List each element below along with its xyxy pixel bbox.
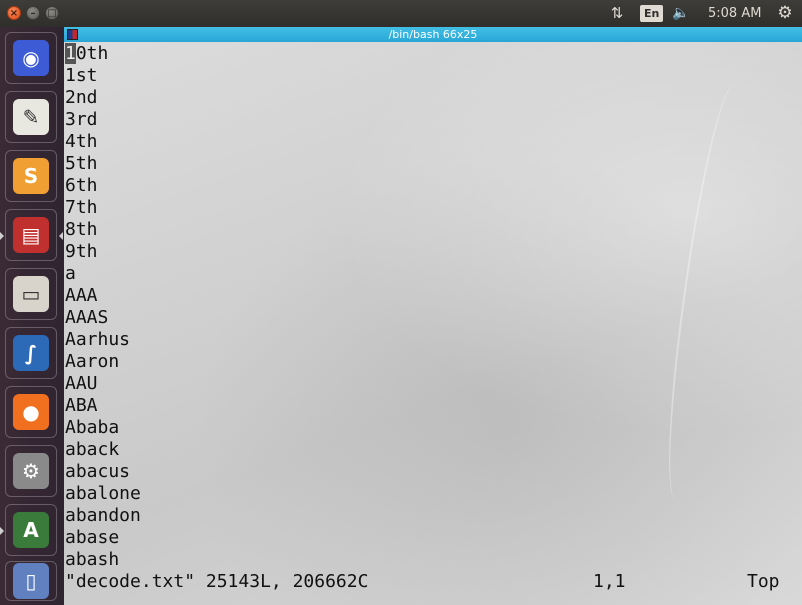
clock[interactable]: 5:08 AM [708,0,761,27]
buffer-line: AAAS [65,307,109,328]
wireshark-icon: ∫ [13,335,49,371]
buffer-line: Aarhus [65,329,131,350]
buffer-line: 7th [65,197,98,218]
launcher-item-system-tools[interactable]: ⚙ [5,445,57,497]
keyboard-language-indicator[interactable]: En [640,5,664,22]
buffer-line: 8th [65,219,98,240]
running-indicator [0,232,4,240]
launcher-item-dash[interactable]: ◉ [5,32,57,84]
system-tools-icon: ⚙ [13,453,49,489]
buffer-line: abash [65,549,120,570]
buffer-line: a [65,263,76,284]
buffer-line: 9th [65,241,98,262]
terminal-title: /bin/bash 66x25 [388,28,478,41]
vim-scroll-indicator: Top [747,571,780,592]
buffer-line: ABA [65,395,98,416]
volume-icon[interactable]: 🔈 [670,0,692,27]
buffer-line: aback [65,439,120,460]
buffer-line: abandon [65,505,141,526]
focused-indicator [59,232,63,240]
firefox-icon: ● [13,394,49,430]
vim-cursor-position: 1,1 [593,571,626,592]
launcher-item-firefox[interactable]: ● [5,386,57,438]
buffer-line: 2nd [65,87,98,108]
trash-icon: ▯ [13,563,49,599]
file-manager-icon: ▭ [13,276,49,312]
buffer-line: 5th [65,153,98,174]
buffer-line: AAA [65,285,98,306]
buffer-line: AAU [65,373,98,394]
system-menu-gear-icon[interactable]: ⚙ [774,0,796,27]
background-streak [654,81,756,503]
terminal-titlebar[interactable]: /bin/bash 66x25 [64,27,802,42]
software-updater-icon: A [13,512,49,548]
top-panel: × – □ ⇅ En 🔈 5:08 AM ⚙ [0,0,802,27]
network-icon[interactable]: ⇅ [606,0,628,27]
buffer-line: 4th [65,131,98,152]
launcher-item-terminal[interactable]: ▤ [5,209,57,261]
launcher-sidebar: ◉ ✎ S ▤ ▭ ∫ ● ⚙ A ▯ [0,27,64,605]
minimize-window-button[interactable]: – [26,6,40,20]
close-window-button[interactable]: × [7,6,21,20]
launcher-item-trash[interactable]: ▯ [5,561,57,601]
running-indicator [0,527,4,535]
terminal-body[interactable]: 10th 1st 2nd 3rd 4th 5th 6th 7th 8th 9th… [64,42,802,605]
launcher-item-sublime-text[interactable]: S [5,150,57,202]
buffer-line: Ababa [65,417,120,438]
buffer-line: 10th [65,43,109,64]
ubuntu-dash-icon: ◉ [13,40,49,76]
buffer-line: 3rd [65,109,98,130]
launcher-item-wireshark[interactable]: ∫ [5,327,57,379]
vim-status-file-info: "decode.txt" 25143L, 206662C [65,571,369,592]
terminal-menu-icon[interactable] [67,29,78,40]
buffer-line: abalone [65,483,141,504]
buffer-line: 1st [65,65,98,86]
terminal-icon: ▤ [13,217,49,253]
buffer-line: abase [65,527,120,548]
buffer-line: 6th [65,175,98,196]
launcher-item-file-manager[interactable]: ▭ [5,268,57,320]
text-editor-icon: ✎ [13,99,49,135]
launcher-item-software-updater[interactable]: A [5,504,57,556]
maximize-window-button[interactable]: □ [45,6,59,20]
buffer-line: Aaron [65,351,120,372]
buffer-line: abacus [65,461,131,482]
launcher-item-text-editor[interactable]: ✎ [5,91,57,143]
text-cursor: 1 [65,43,76,64]
sublime-text-icon: S [13,158,49,194]
